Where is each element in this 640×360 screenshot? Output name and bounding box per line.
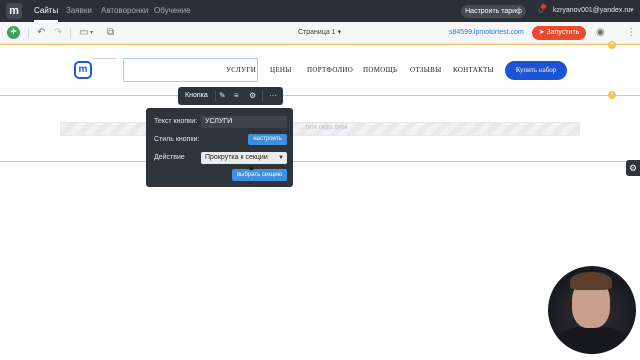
undo-icon[interactable]: ↶ <box>37 26 45 40</box>
button-settings-popup: Текст кнопки: УСЛУГИ Стиль кнопки: настр… <box>146 108 293 187</box>
menu-item-help[interactable]: ПОМОЩЬ <box>363 66 397 74</box>
redo-icon[interactable]: ↷ <box>54 26 62 40</box>
top-bar: m Сайты Заявки Автоворонки Обучение Наст… <box>0 0 640 22</box>
chevron-down-icon[interactable]: ▾ <box>90 26 93 40</box>
presenter-body <box>554 326 630 354</box>
divider <box>70 28 71 38</box>
chevron-down-icon[interactable]: ▾ <box>630 0 634 22</box>
nav-autofunnels[interactable]: Автоворонки <box>101 0 148 22</box>
app-logo[interactable]: m <box>6 3 22 19</box>
add-icon[interactable]: + <box>7 26 20 39</box>
presenter-hair <box>570 272 612 290</box>
button-text-input[interactable]: УСЛУГИ <box>201 116 287 128</box>
menu-item-prices[interactable]: ЦЕНЫ <box>270 66 292 74</box>
launch-button[interactable]: ➤ Запустить <box>532 26 586 40</box>
element-type-label: Кнопка <box>185 92 208 99</box>
more-icon[interactable]: ··· <box>269 87 277 105</box>
button-element-toolbar: Кнопка ✎ ≡ ⚙ ··· <box>178 87 283 105</box>
gear-icon[interactable]: ⚙ <box>249 87 256 105</box>
site-url-link[interactable]: s84599.lpmotortest.com <box>449 22 524 44</box>
select-section-button[interactable]: выбрать секцию <box>232 169 287 181</box>
user-email[interactable]: kzryanov001@yandex.ru <box>553 0 631 22</box>
divider <box>28 28 29 38</box>
action-select[interactable]: Прокрутка к секции ▼ <box>201 152 287 164</box>
nav-sites[interactable]: Сайты <box>34 0 59 22</box>
menu-item-contacts[interactable]: КОНТАКТЫ <box>453 66 494 74</box>
site-logo[interactable]: m <box>74 61 92 79</box>
configure-style-button[interactable]: настроить <box>248 134 287 145</box>
page-select[interactable]: Страница 1 ▾ <box>298 22 341 44</box>
configure-tariff-button[interactable]: Настроить тариф <box>461 5 526 18</box>
divider <box>262 91 263 101</box>
section-corner-badge[interactable]: + <box>608 41 616 49</box>
drop-zone-text: ...тите сюда блок <box>300 125 348 131</box>
desktop-icon[interactable]: ▭ <box>79 26 88 40</box>
divider <box>215 91 216 101</box>
align-icon[interactable]: ≡ <box>234 87 239 105</box>
gear-icon[interactable]: ⚙ <box>626 160 640 176</box>
header-section[interactable]: m УСЛУГИ ЦЕНЫ ПОРТФОЛИО ПОМОЩЬ ОТЗЫВЫ КО… <box>0 44 640 96</box>
webcam-overlay <box>548 266 636 354</box>
chevron-down-icon: ▼ <box>278 155 284 161</box>
eye-icon[interactable]: ◉ <box>596 26 605 40</box>
preview-icon[interactable]: ⧉ <box>107 26 114 40</box>
buy-kit-button[interactable]: Купить набор <box>505 61 567 80</box>
action-select-value: Прокрутка к секции <box>205 154 268 161</box>
nav-learning[interactable]: Обучение <box>154 0 191 22</box>
more-icon[interactable]: ⋮ <box>626 26 636 40</box>
notification-dot <box>541 4 546 9</box>
button-text-label: Текст кнопки: <box>154 118 198 125</box>
editor-toolbar: + ↶ ↷ ▭ ▾ ⧉ Страница 1 ▾ s84599.lpmotort… <box>0 22 640 44</box>
action-label: Действие <box>154 154 185 161</box>
button-style-label: Стиль кнопки: <box>154 136 200 143</box>
pencil-icon[interactable]: ✎ <box>219 87 226 105</box>
menu-item-portfolio[interactable]: ПОРТФОЛИО <box>307 66 353 74</box>
cursor-icon: ☚ <box>246 163 255 173</box>
menu-item-services[interactable]: УСЛУГИ <box>226 66 256 74</box>
launch-button-label: Запустить <box>546 29 580 36</box>
nav-requests[interactable]: Заявки <box>66 0 92 22</box>
divider <box>92 58 116 59</box>
menu-item-reviews[interactable]: ОТЗЫВЫ <box>410 66 442 74</box>
